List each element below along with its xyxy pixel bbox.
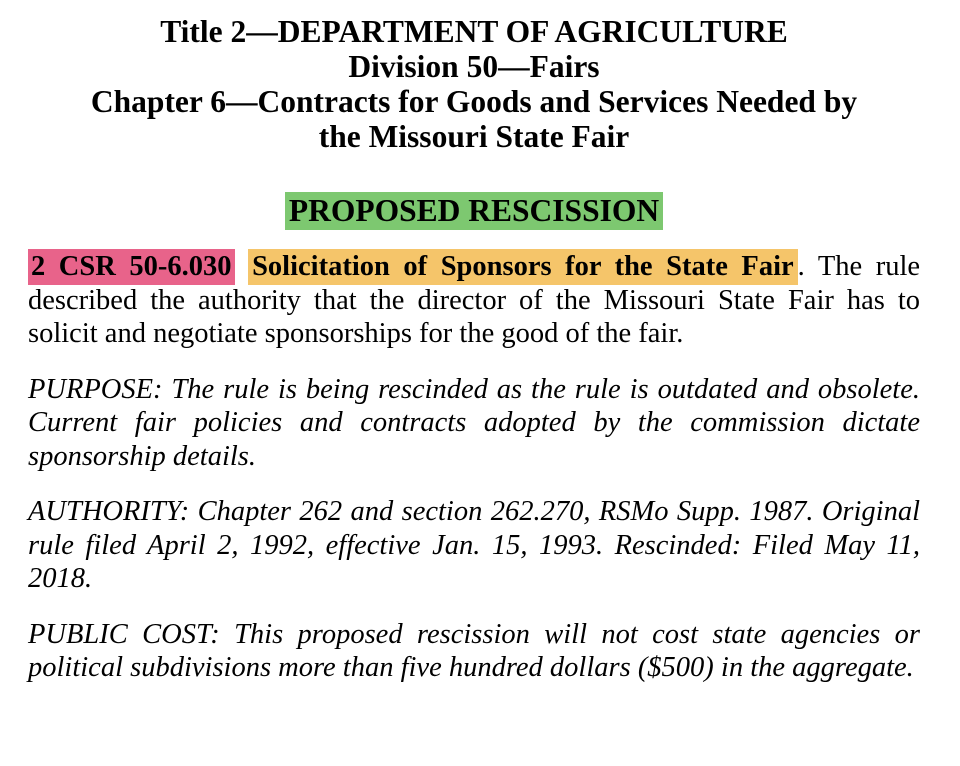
document-page: Title 2—DEPARTMENT OF AGRICULTURE Divisi… (0, 0, 960, 766)
purpose-paragraph: PURPOSE: The rule is being rescinded as … (28, 373, 920, 472)
public-cost-paragraph: PUBLIC COST: This proposed rescission wi… (28, 618, 920, 684)
proposed-rescission-label: PROPOSED RESCISSION (284, 192, 664, 230)
division-line: Division 50—Fairs (348, 49, 600, 84)
rule-paragraph: 2 CSR 50-6.030 Solicitation of Sponsors … (28, 249, 920, 351)
proposed-section: PROPOSED RESCISSION (28, 192, 920, 232)
document-heading: Title 2—DEPARTMENT OF AGRICULTURE Divisi… (28, 14, 920, 154)
rule-id: 2 CSR 50-6.030 (28, 249, 235, 285)
chapter-line-1: Chapter 6—Contracts for Goods and Servic… (90, 84, 858, 119)
title-line: Title 2—DEPARTMENT OF AGRICULTURE (160, 14, 788, 49)
authority-paragraph: AUTHORITY: Chapter 262 and section 262.2… (28, 496, 920, 594)
chapter-line-2: the Missouri State Fair (318, 119, 630, 154)
rule-title: Solicitation of Sponsors for the State F… (248, 249, 798, 285)
